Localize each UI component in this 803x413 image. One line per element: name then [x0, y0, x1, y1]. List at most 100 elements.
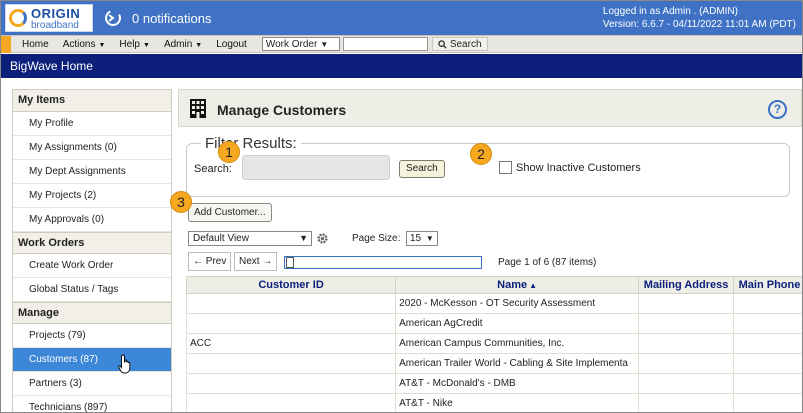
sidebar-item-customers[interactable]: Customers (87) — [13, 348, 171, 374]
prev-page-button[interactable]: ← Prev — [188, 252, 232, 271]
table-row[interactable]: American Trailer World - Cabling & Site … — [185, 353, 802, 374]
gear-icon[interactable] — [316, 232, 329, 245]
callout-badge-3: 3 — [170, 191, 192, 213]
cell-main-phone — [733, 353, 802, 374]
global-search-button[interactable]: Search — [431, 37, 488, 51]
view-select[interactable]: Default View ▼ — [188, 231, 312, 246]
cell-main-phone — [733, 333, 802, 354]
cell-name[interactable]: American AgCredit — [395, 313, 640, 334]
customer-search-button[interactable]: Search — [399, 160, 445, 178]
page-title: BigWave Home — [10, 59, 93, 73]
filter-legend: Filter Results: — [201, 135, 301, 152]
cell-mailing-address — [638, 333, 735, 354]
page-slider-handle[interactable] — [286, 257, 294, 268]
cell-customer-id — [185, 313, 397, 334]
cell-name[interactable]: American Trailer World - Cabling & Site … — [395, 353, 640, 374]
customer-search-input[interactable] — [242, 155, 390, 180]
menu-accent-strip — [1, 35, 11, 53]
login-info: Logged in as Admin . (ADMIN) Version: 6.… — [603, 5, 796, 31]
cell-name[interactable]: American Campus Communities, Inc. — [395, 333, 640, 354]
page-info: Page 1 of 6 (87 items) — [498, 257, 597, 268]
caret-down-icon: ▼ — [195, 41, 203, 49]
cell-mailing-address — [638, 293, 735, 314]
menu-help-label: Help — [119, 38, 140, 50]
column-header-main-phone[interactable]: Main Phone — [733, 276, 802, 294]
cell-customer-id — [185, 373, 397, 394]
cell-customer-id — [185, 353, 397, 374]
menu-admin[interactable]: Admin ▼ — [157, 39, 209, 50]
sidebar-item-technicians[interactable]: Technicians (897) — [13, 396, 171, 412]
table-row[interactable]: ACC American Campus Communities, Inc. — [185, 333, 802, 354]
page-size-select[interactable]: 15 ▼ — [406, 231, 438, 246]
chevron-down-icon: ▼ — [425, 234, 434, 243]
add-customer-button[interactable]: Add Customer... — [188, 203, 272, 222]
logo-mark-icon — [9, 9, 27, 27]
callout-badge-1: 1 — [218, 141, 240, 163]
column-header-name[interactable]: Name ▲ — [395, 276, 640, 294]
sidebar-item-my-profile[interactable]: My Profile — [13, 112, 171, 136]
menu-actions[interactable]: Actions ▼ — [56, 39, 113, 50]
sidebar-item-my-approvals[interactable]: My Approvals (0) — [13, 208, 171, 232]
content-title-bar: Manage Customers ? — [178, 89, 802, 127]
table-row[interactable]: AT&T - McDonald's - DMB — [185, 373, 802, 394]
cell-name[interactable]: 2020 - McKesson - OT Security Assessment — [395, 293, 640, 314]
table-row[interactable]: American AgCredit — [185, 313, 802, 334]
page-size-label: Page Size: — [352, 233, 401, 244]
page-size-value: 15 — [410, 233, 422, 244]
cell-mailing-address — [638, 373, 735, 394]
main-menu-bar: Home Actions ▼ Help ▼ Admin ▼ Logout Work O… — [1, 35, 802, 53]
cell-customer-id — [185, 293, 397, 314]
hand-cursor-icon — [118, 354, 131, 374]
cell-main-phone — [733, 393, 802, 412]
show-inactive-label: Show Inactive Customers — [516, 162, 641, 174]
origin-broadband-logo[interactable]: ORIGIN broadband — [5, 4, 93, 32]
page-slider[interactable] — [284, 256, 482, 269]
sidebar-item-my-projects[interactable]: My Projects (2) — [13, 184, 171, 208]
table-row[interactable]: AT&T - Nike — [185, 393, 802, 412]
view-select-value: Default View — [193, 233, 249, 244]
building-icon — [190, 99, 206, 118]
sidebar-item-my-assignments[interactable]: My Assignments (0) — [13, 136, 171, 160]
global-search-input[interactable] — [342, 37, 428, 51]
sidebar-item-partners[interactable]: Partners (3) — [13, 372, 171, 396]
sidebar-item-global-status-tags[interactable]: Global Status / Tags — [13, 278, 171, 302]
cell-name[interactable]: AT&T - Nike — [395, 393, 640, 412]
sidebar-item-projects[interactable]: Projects (79) — [13, 324, 171, 348]
menu-home[interactable]: Home — [15, 39, 56, 50]
arrow-left-icon: ← — [193, 256, 203, 267]
cell-name[interactable]: AT&T - McDonald's - DMB — [395, 373, 640, 394]
column-header-mailing-address[interactable]: Mailing Address — [638, 276, 735, 294]
customers-table: Customer ID Name ▲ Mailing Address Main P… — [185, 276, 802, 412]
logo-text-secondary: broadband — [31, 20, 79, 31]
sort-ascending-icon: ▲ — [529, 281, 538, 290]
cell-mailing-address — [638, 393, 735, 412]
next-page-button[interactable]: Next → — [234, 252, 278, 271]
table-header-row: Customer ID Name ▲ Mailing Address Main P… — [185, 276, 802, 294]
column-header-customer-id[interactable]: Customer ID — [185, 276, 397, 294]
prev-label: Prev — [205, 256, 227, 267]
search-icon — [438, 39, 447, 49]
cell-customer-id: ACC — [185, 333, 397, 354]
sidebar-item-my-dept-assignments[interactable]: My Dept Assignments — [13, 160, 171, 184]
top-header: ORIGIN broadband 0 notifications Logged … — [1, 1, 802, 35]
menu-actions-label: Actions — [62, 38, 96, 50]
notifications-icon — [105, 10, 121, 26]
help-icon[interactable]: ? — [768, 100, 787, 119]
next-label: Next — [239, 256, 260, 267]
menu-admin-label: Admin — [163, 38, 193, 50]
menu-logout[interactable]: Logout — [209, 39, 254, 50]
cell-mailing-address — [638, 313, 735, 334]
sidebar: My Items My Profile My Assignments (0) M… — [12, 89, 172, 412]
search-type-select[interactable]: Work Order ▼ — [261, 37, 340, 51]
notifications-link[interactable]: 0 notifications — [103, 9, 212, 27]
global-search-label: Search — [449, 38, 482, 50]
chevron-down-icon: ▼ — [320, 39, 329, 49]
table-row[interactable]: 2020 - McKesson - OT Security Assessment — [185, 293, 802, 314]
notifications-count: 0 notifications — [132, 10, 212, 26]
callout-badge-2: 2 — [470, 143, 492, 165]
show-inactive-checkbox[interactable] — [499, 161, 512, 174]
menu-help[interactable]: Help ▼ — [112, 39, 157, 50]
app-window: ORIGIN broadband 0 notifications Logged … — [0, 0, 803, 413]
cell-main-phone — [733, 293, 802, 314]
sidebar-item-create-work-order[interactable]: Create Work Order — [13, 254, 171, 278]
